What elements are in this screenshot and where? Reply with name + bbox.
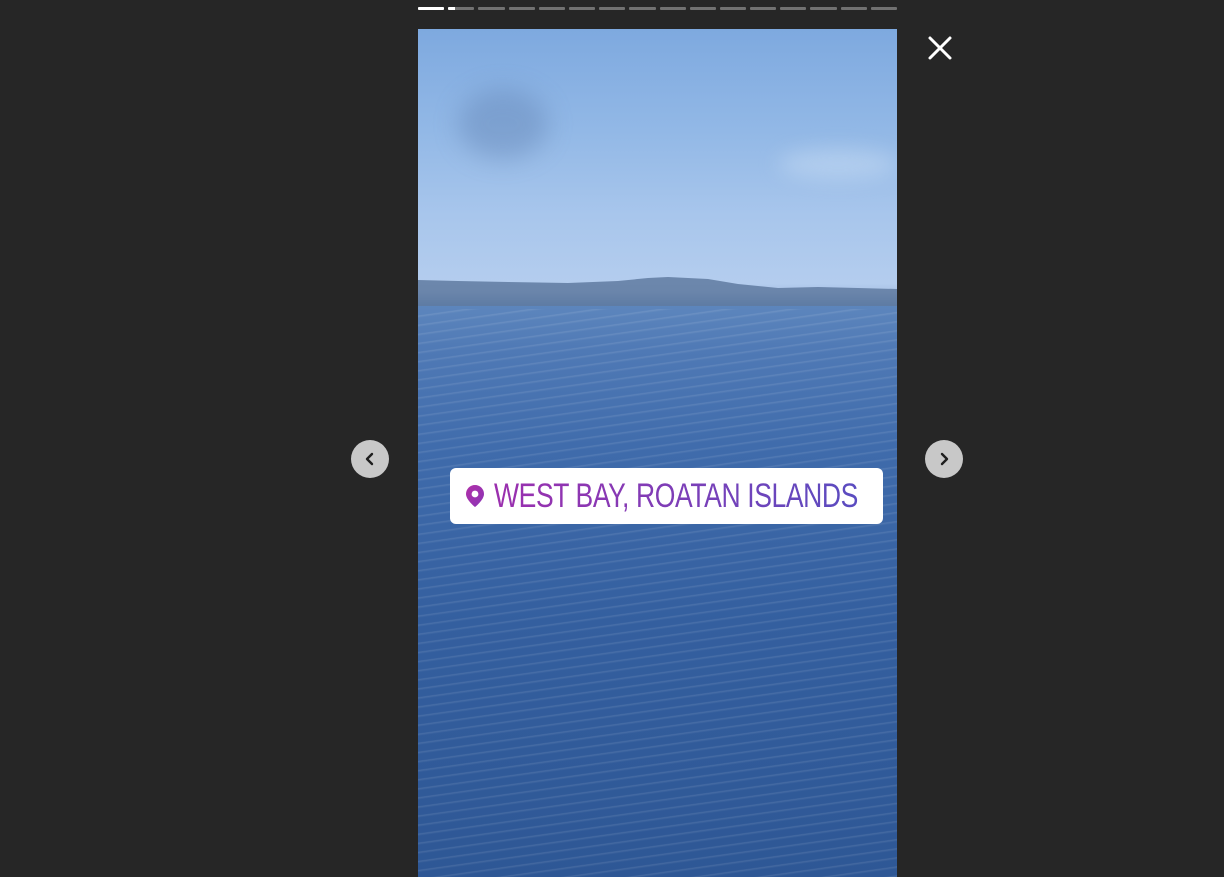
- progress-segment: [418, 7, 445, 10]
- location-sticker[interactable]: WEST BAY, ROATAN ISLANDS: [450, 468, 883, 524]
- progress-segment: [750, 7, 777, 10]
- previous-story-button[interactable]: [351, 440, 389, 478]
- progress-segment: [568, 7, 596, 10]
- location-sticker-label: WEST BAY, ROATAN ISLANDS: [494, 468, 858, 524]
- progress-segment: [508, 7, 535, 10]
- progress-segment: [538, 7, 565, 10]
- progress-segment: [810, 7, 837, 10]
- chevron-right-icon: [940, 452, 949, 466]
- progress-segment: [689, 7, 716, 10]
- progress-segment: [659, 7, 686, 10]
- close-icon: [928, 36, 952, 60]
- progress-segment: [719, 7, 747, 10]
- progress-segment: [629, 7, 656, 10]
- progress-segment-fill: [448, 7, 455, 10]
- ocean-waves: [418, 309, 897, 877]
- story-progress-bar: [418, 7, 897, 10]
- progress-segment: [599, 7, 626, 10]
- location-pin-icon: [466, 485, 484, 507]
- progress-segment: [870, 7, 897, 10]
- story-viewer: WEST BAY, ROATAN ISLANDS: [0, 0, 1224, 877]
- story-media[interactable]: [418, 29, 897, 877]
- sky-cloud: [458, 89, 548, 159]
- close-button[interactable]: [922, 30, 958, 66]
- progress-segment: [478, 7, 505, 10]
- island-silhouette: [418, 277, 897, 306]
- progress-segment: [448, 7, 475, 10]
- progress-segment: [840, 7, 867, 10]
- chevron-left-icon: [365, 452, 374, 466]
- progress-segment: [780, 7, 807, 10]
- progress-segment-fill: [418, 7, 445, 10]
- sky-haze: [778, 149, 897, 179]
- next-story-button[interactable]: [925, 440, 963, 478]
